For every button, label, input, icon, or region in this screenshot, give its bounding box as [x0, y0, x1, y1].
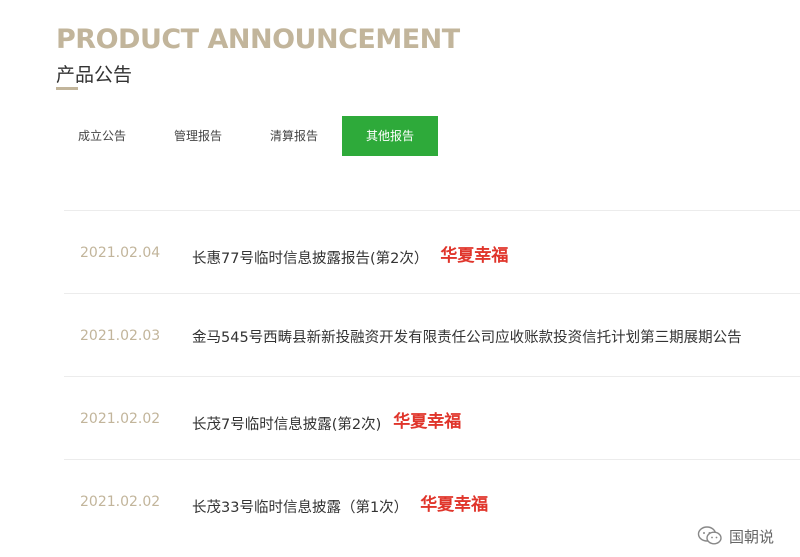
tab-management[interactable]: 管理报告 [150, 116, 246, 156]
list-item[interactable]: 2021.02.02 长茂7号临时信息披露(第2次) 华夏幸福 [64, 376, 800, 459]
page-title-en: PRODUCT ANNOUNCEMENT [56, 24, 460, 55]
announcement-title[interactable]: 长茂33号临时信息披露（第1次） 华夏幸福 [192, 492, 488, 517]
announcement-date: 2021.02.03 [80, 328, 161, 344]
announcement-title[interactable]: 长惠77号临时信息披露报告(第2次） 华夏幸福 [192, 243, 508, 268]
list-item[interactable]: 2021.02.03 金马545号西畴县新新投融资开发有限责任公司应收账款投资信… [64, 293, 800, 376]
announcement-title[interactable]: 金马545号西畴县新新投融资开发有限责任公司应收账款投资信托计划第三期展期公告 [192, 326, 742, 347]
watermark-text: 国朝说 [728, 527, 774, 546]
announcement-tag: 华夏幸福 [393, 412, 462, 432]
announcement-title[interactable]: 长茂7号临时信息披露(第2次) 华夏幸福 [192, 409, 461, 434]
announcement-tag: 华夏幸福 [440, 246, 509, 266]
page-title-cn: 产品公告 [56, 64, 133, 86]
tab-establishment[interactable]: 成立公告 [62, 116, 142, 156]
announcement-date: 2021.02.02 [80, 411, 161, 427]
announcement-date: 2021.02.02 [80, 494, 161, 510]
announcement-date: 2021.02.04 [80, 245, 161, 261]
wechat-icon [697, 526, 722, 545]
tab-other[interactable]: 其他报告 [342, 116, 438, 156]
watermark: 国朝说 [697, 525, 774, 547]
list-item[interactable]: 2021.02.04 长惠77号临时信息披露报告(第2次） 华夏幸福 [64, 210, 800, 293]
list-item[interactable]: 2021.02.02 长茂33号临时信息披露（第1次） 华夏幸福 [64, 459, 800, 542]
title-underline [56, 87, 78, 90]
announcement-tag: 华夏幸福 [420, 495, 489, 515]
tab-liquidation[interactable]: 清算报告 [246, 116, 342, 156]
